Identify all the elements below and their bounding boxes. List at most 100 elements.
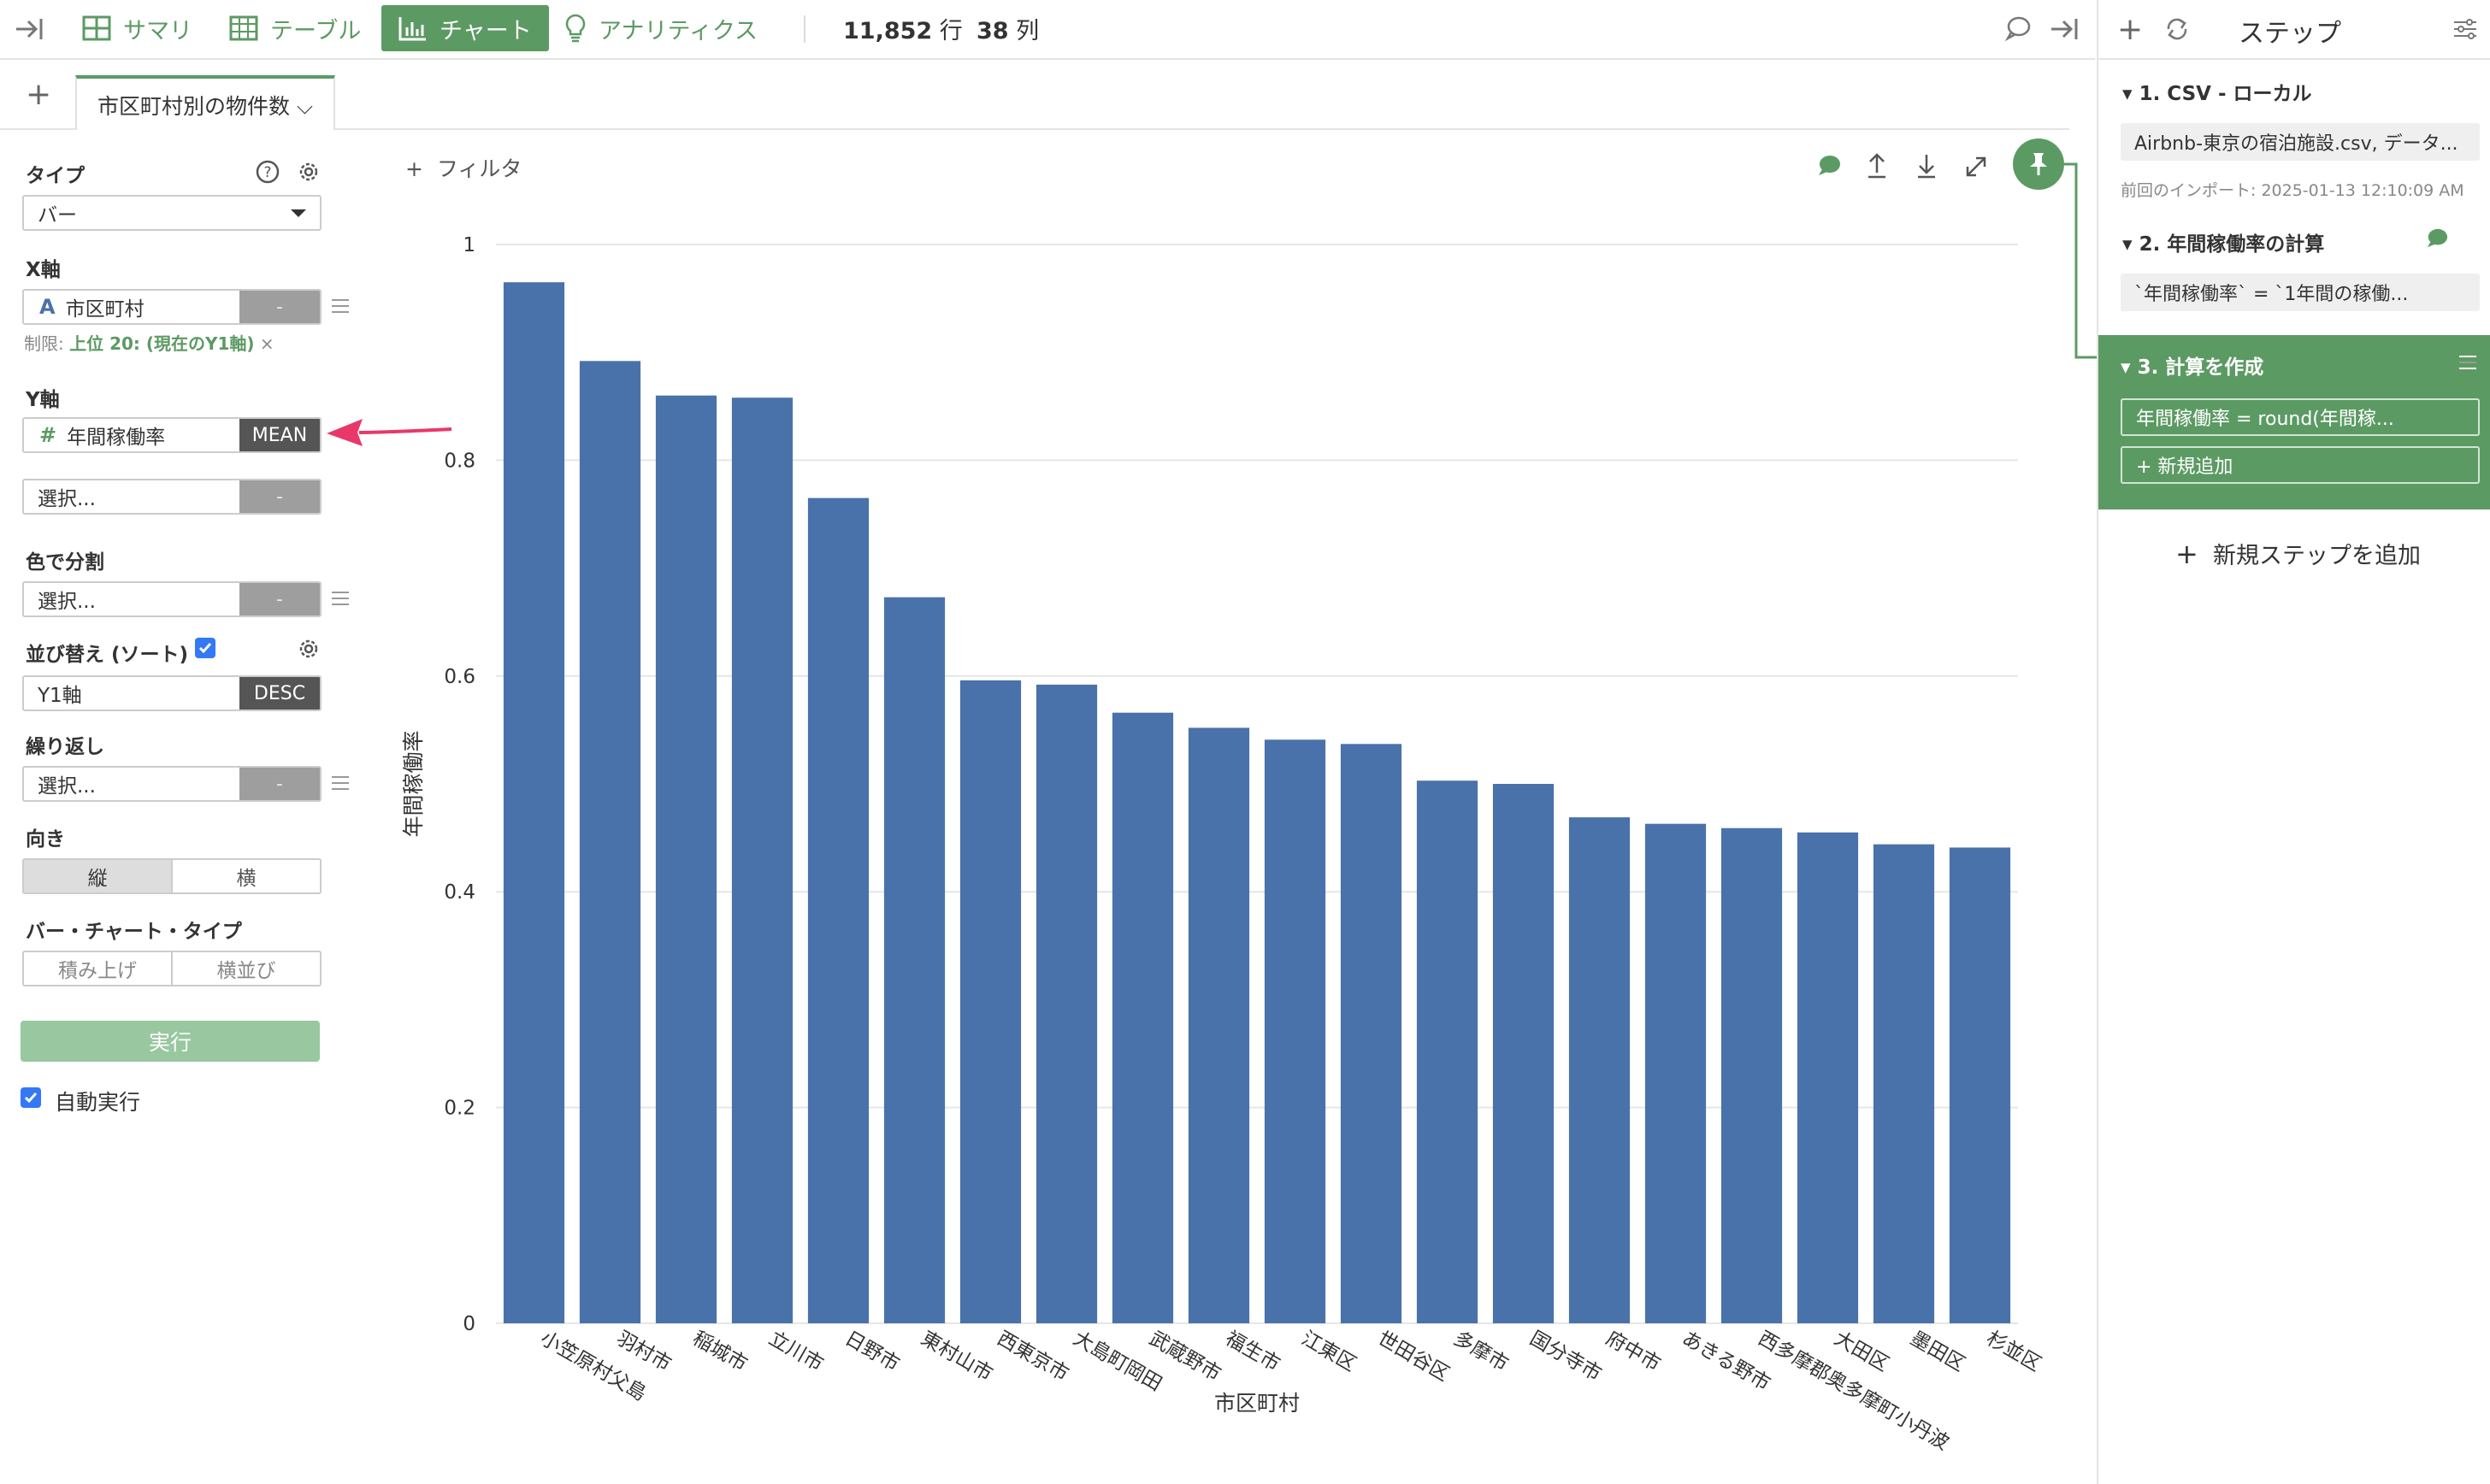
bar[interactable] — [1797, 832, 1859, 1323]
bar[interactable] — [1112, 712, 1174, 1323]
plus-icon: + — [2175, 538, 2198, 570]
step-1-detail[interactable]: Airbnb-東京の宿泊施設.csv, データ... — [2121, 123, 2480, 161]
x-axis-field[interactable]: A 市区町村 - — [22, 289, 322, 325]
step-2-title[interactable]: ▾ 2. 年間稼働率の計算 — [2122, 227, 2324, 256]
tab-table[interactable]: テーブル — [229, 5, 361, 51]
bar[interactable] — [1036, 684, 1098, 1323]
bar[interactable] — [883, 597, 946, 1323]
step-1-title[interactable]: ▾ 1. CSV - ローカル — [2122, 77, 2312, 106]
column-count: 38 列 — [977, 18, 1040, 44]
tab-chart-active[interactable]: 市区町村別の物件数 ⌵ — [75, 75, 335, 132]
check-icon — [24, 1092, 38, 1104]
auto-run-checkbox[interactable] — [21, 1087, 41, 1108]
collapse-right-icon[interactable] — [2049, 15, 2080, 46]
y-axis-field-name: 年間稼働率 — [67, 427, 166, 449]
x-tick-label: 立川市 — [765, 1328, 828, 1376]
step-3-active[interactable]: ▾ 3. 計算を作成 年間稼働率 = round(年間稼... + 新規追加 — [2098, 335, 2490, 509]
type-label: タイプ — [26, 165, 85, 187]
settings-sliders-icon[interactable] — [2452, 17, 2478, 44]
tab-chart[interactable]: チャート — [381, 5, 549, 51]
color-split-aggregation[interactable]: - — [239, 583, 320, 615]
limit-info: 制限: 上位 20: (現在のY1軸) × — [24, 333, 274, 354]
bar[interactable] — [503, 282, 565, 1324]
y-axis-field[interactable]: # 年間稼働率 MEAN — [22, 417, 322, 453]
sort-gear-icon[interactable] — [296, 636, 322, 665]
chart-area: + フィルタ 0 0.2 0.4 0.6 0.8 1 小笠原村父島 羽村市 稲城市 立川市 日野市東… — [368, 130, 2098, 1484]
x-tick-label: 羽村市 — [613, 1328, 676, 1376]
bar[interactable] — [1568, 817, 1631, 1323]
bar[interactable] — [1873, 844, 1935, 1323]
tab-summary[interactable]: サマリ — [82, 5, 192, 51]
refresh-icon[interactable] — [2163, 15, 2191, 46]
string-type-icon: A — [39, 295, 56, 319]
color-split-field[interactable]: 選択... - — [22, 581, 322, 617]
orientation-vertical[interactable]: 縦 — [24, 860, 171, 892]
x-axis-aggregation[interactable]: - — [239, 291, 320, 323]
add-new-step-button[interactable]: + 新規ステップを追加 — [2175, 537, 2421, 570]
add-step-icon[interactable]: + — [2117, 12, 2143, 47]
repeat-menu-icon[interactable] — [332, 776, 349, 790]
top-toolbar: サマリ テーブル チャート アナリティクス 11,852 行 38 列 — [0, 0, 2095, 60]
x-tick-label: 世田谷区 — [1374, 1328, 1454, 1387]
bar[interactable] — [655, 395, 717, 1324]
step-2-comment-icon[interactable] — [2425, 227, 2449, 253]
bar-type-label: バー・チャート・タイプ — [26, 921, 242, 943]
bar-type-side[interactable]: 横並び — [171, 952, 320, 985]
repeat-field[interactable]: 選択... - — [22, 766, 322, 802]
bar[interactable] — [959, 680, 1022, 1323]
comment-icon[interactable] — [2004, 15, 2032, 44]
repeat-placeholder: 選択... — [38, 775, 96, 798]
bar[interactable] — [579, 361, 641, 1323]
y2-axis-aggregation[interactable]: - — [239, 480, 320, 513]
x-tick-label: 国分寺市 — [1526, 1328, 1606, 1387]
color-split-menu-icon[interactable] — [332, 592, 349, 605]
sort-order[interactable]: DESC — [239, 677, 320, 710]
x-axis-field-name: 市区町村 — [65, 298, 145, 321]
color-split-label: 色で分割 — [26, 551, 104, 574]
bar[interactable] — [1949, 847, 2011, 1323]
orientation-toggle: 縦 横 — [22, 858, 322, 894]
y-axis-aggregation[interactable]: MEAN — [239, 419, 320, 451]
tab-chart-label: チャート — [440, 17, 532, 44]
bar[interactable] — [1264, 739, 1326, 1323]
x-tick-label: 府中市 — [1602, 1328, 1665, 1376]
y-tick-label: 0.8 — [444, 450, 475, 472]
bar[interactable] — [1188, 727, 1250, 1323]
repeat-aggregation[interactable]: - — [239, 768, 320, 800]
sort-checkbox[interactable] — [195, 638, 215, 658]
gear-icon[interactable] — [296, 159, 322, 188]
step-3-add-button[interactable]: + 新規追加 — [2121, 446, 2480, 484]
sort-field[interactable]: Y1軸 DESC — [22, 675, 322, 711]
bar[interactable] — [731, 398, 794, 1324]
bar[interactable] — [1644, 823, 1707, 1323]
step-2-detail[interactable]: `年間稼働率` = `1年間の稼働... — [2121, 274, 2480, 311]
add-chart-tab-button[interactable]: + — [26, 80, 51, 110]
limit-value[interactable]: 上位 20: (現在のY1軸) — [69, 333, 254, 354]
orientation-horizontal[interactable]: 横 — [171, 860, 320, 892]
y-tick-label: 0 — [463, 1313, 475, 1335]
y2-axis-field[interactable]: 選択... - — [22, 479, 322, 515]
limit-close-icon[interactable]: × — [260, 333, 274, 354]
steps-panel: + ステップ ▾ 1. CSV - ローカル Airbnb-東京の宿泊施設.cs… — [2097, 0, 2490, 1484]
y-axis-title: 年間稼働率 — [401, 730, 426, 837]
x-tick-label: 日野市 — [841, 1328, 904, 1376]
x-axis-menu-icon[interactable] — [332, 299, 349, 313]
run-button[interactable]: 実行 — [21, 1021, 320, 1062]
bar-chart: 00.20.40.60.81小笠原村父島羽村市 稲城市 立川市 日野市 東村山市西東京市… — [401, 234, 2045, 1455]
chart-type-select[interactable]: バー — [22, 195, 322, 231]
x-tick-label: 多摩市 — [1450, 1328, 1513, 1376]
tab-analytics[interactable]: アナリティクス — [564, 5, 758, 51]
y-tick-label: 0.4 — [444, 881, 475, 904]
bar[interactable] — [1720, 827, 1783, 1323]
bar[interactable] — [1340, 744, 1402, 1323]
help-icon[interactable]: ? — [255, 159, 280, 188]
collapse-left-icon[interactable] — [14, 15, 44, 46]
bar[interactable] — [1416, 780, 1478, 1323]
step-3-detail[interactable]: 年間稼働率 = round(年間稼... — [2121, 398, 2480, 436]
row-count: 11,852 行 — [843, 18, 963, 44]
bar[interactable] — [807, 498, 870, 1323]
tab-analytics-label: アナリティクス — [599, 17, 758, 44]
step-3-menu-icon[interactable] — [2459, 356, 2476, 369]
bar[interactable] — [1492, 784, 1555, 1323]
bar-type-stacked[interactable]: 積み上げ — [24, 952, 171, 985]
